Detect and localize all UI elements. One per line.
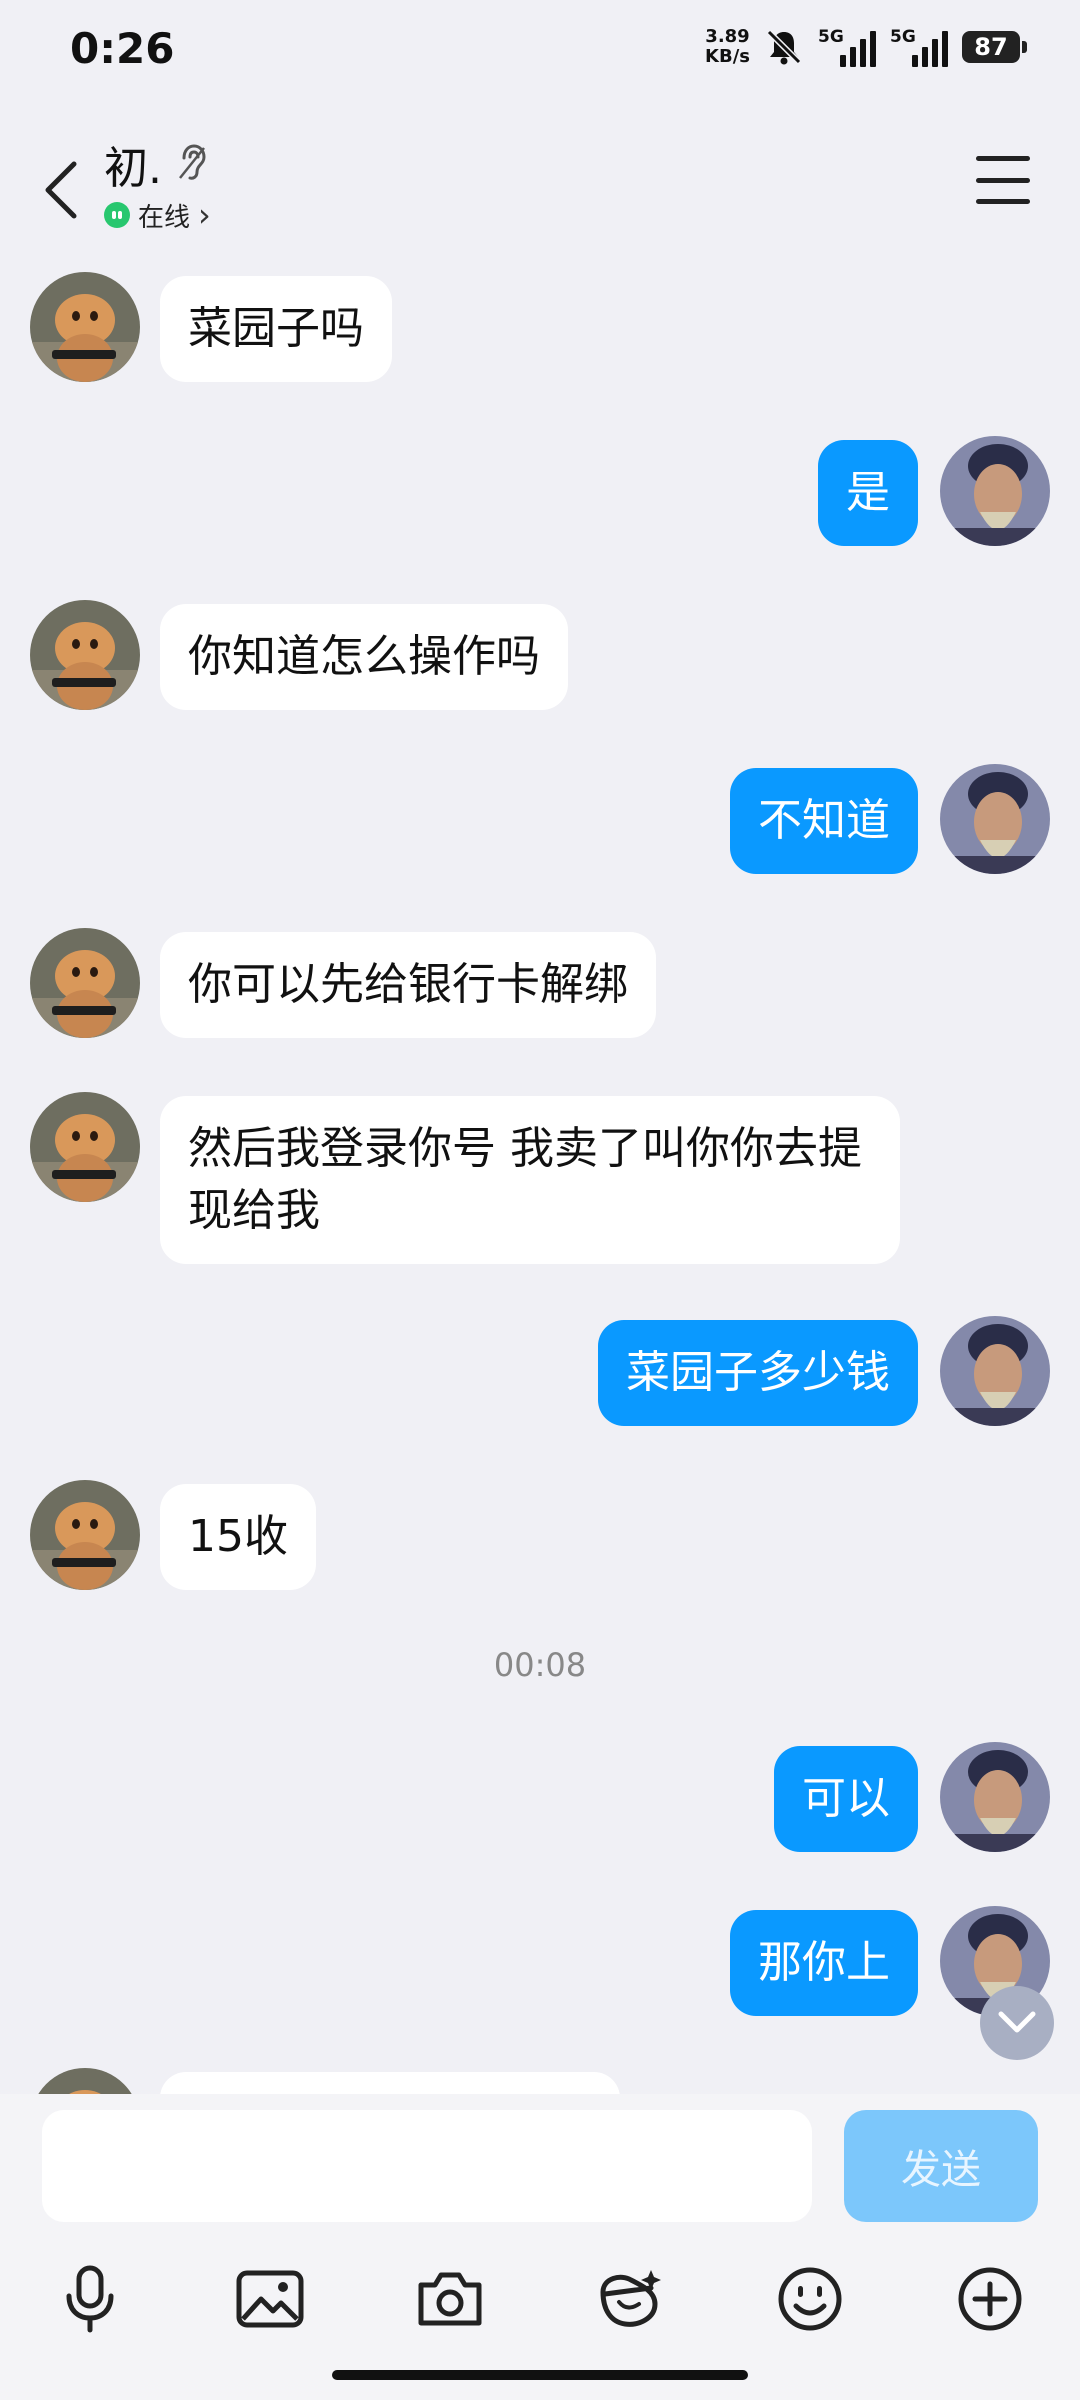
status-bar: 0:26 3.89 KB/s 5G 5G 87: [0, 0, 1080, 100]
camera-icon: [418, 2272, 482, 2326]
emoji-icon: [778, 2267, 842, 2331]
online-status-icon: [104, 202, 130, 228]
message-bubble[interactable]: 然后我登录你号 我卖了叫你你去提现给我: [160, 1096, 900, 1264]
camera-button[interactable]: [405, 2254, 495, 2344]
contact-avatar[interactable]: [30, 928, 140, 1038]
bell-muted-icon: [766, 29, 802, 65]
my-avatar[interactable]: [940, 1316, 1050, 1426]
input-area: 发送: [0, 2094, 1080, 2400]
sim1-label: 5G: [818, 27, 844, 47]
my-avatar[interactable]: [940, 764, 1050, 874]
home-indicator[interactable]: [332, 2370, 748, 2380]
message-row-outgoing: 是: [818, 436, 1050, 546]
signal-icon: 5G: [890, 27, 948, 67]
message-row-incoming: 你知道怎么操作吗: [30, 600, 568, 710]
message-row-outgoing: 不知道: [730, 764, 1050, 874]
contact-avatar[interactable]: [30, 1092, 140, 1202]
status-icons: 3.89 KB/s 5G 5G 87: [705, 22, 1027, 72]
online-status-text: 在线: [138, 202, 191, 233]
battery-icon: 87: [962, 31, 1027, 63]
menu-button[interactable]: [976, 156, 1030, 204]
gallery-button[interactable]: [225, 2254, 315, 2344]
menu-icon-line: [976, 156, 1030, 161]
my-avatar[interactable]: [940, 1742, 1050, 1852]
message-row-incoming: 然后我登录你号 我卖了叫你你去提现给我: [30, 1092, 900, 1264]
contact-avatar[interactable]: [30, 1480, 140, 1590]
time-separator: 00:08: [493, 1646, 587, 1684]
chevron-right-icon: ›: [198, 196, 211, 234]
message-input[interactable]: [42, 2110, 812, 2222]
message-bubble[interactable]: 那你上: [730, 1910, 918, 2016]
message-row-incoming: 15收: [30, 1480, 316, 1590]
message-row-outgoing: 可以: [774, 1742, 1050, 1852]
message-row-incoming: 你可以先给银行卡解绑: [30, 928, 656, 1038]
voice-button[interactable]: [45, 2254, 135, 2344]
red-packet-icon: [600, 2270, 661, 2327]
message-bubble[interactable]: 菜园子多少钱: [598, 1320, 918, 1426]
send-button[interactable]: 发送: [844, 2110, 1038, 2222]
chat-header: 初. 在线 ›: [0, 120, 1080, 250]
message-bubble[interactable]: 15收: [160, 1484, 316, 1590]
menu-icon-line: [976, 177, 1030, 183]
chevron-down-icon: [998, 2011, 1036, 2033]
message-bubble[interactable]: 可以: [774, 1746, 918, 1852]
battery-level: 87: [974, 33, 1008, 61]
network-speed-value: 3.89: [705, 26, 750, 47]
scroll-to-bottom-button[interactable]: [980, 1986, 1054, 2060]
chevron-left-icon: [45, 161, 77, 219]
message-bubble[interactable]: 你知道怎么操作吗: [160, 604, 568, 710]
red-packet-button[interactable]: [585, 2254, 675, 2344]
image-icon: [236, 2270, 304, 2328]
message-row-outgoing: 菜园子多少钱: [598, 1316, 1050, 1426]
message-bubble[interactable]: 你可以先给银行卡解绑: [160, 932, 656, 1038]
sim2-label: 5G: [890, 27, 916, 47]
more-button[interactable]: [945, 2254, 1035, 2344]
plus-icon: [958, 2267, 1022, 2331]
contact-avatar[interactable]: [30, 600, 140, 710]
microphone-icon: [66, 2265, 114, 2333]
my-avatar[interactable]: [940, 436, 1050, 546]
signal-icon: 5G: [818, 27, 876, 67]
emoji-button[interactable]: [765, 2254, 855, 2344]
message-bubble[interactable]: 是: [818, 440, 918, 546]
message-bubble[interactable]: 菜园子吗: [160, 276, 392, 382]
network-speed: 3.89 KB/s: [705, 27, 750, 67]
online-status-row[interactable]: 在线 ›: [104, 196, 211, 234]
contact-name[interactable]: 初.: [104, 132, 162, 196]
message-bubble[interactable]: 不知道: [730, 768, 918, 874]
network-speed-unit: KB/s: [705, 46, 750, 67]
menu-icon-line: [976, 199, 1030, 204]
ear-icon[interactable]: [176, 142, 208, 182]
message-row-incoming: 菜园子吗: [30, 272, 392, 382]
contact-avatar[interactable]: [30, 272, 140, 382]
back-button[interactable]: [30, 140, 90, 240]
status-time: 0:26: [70, 24, 175, 73]
input-toolbar: [0, 2254, 1080, 2354]
